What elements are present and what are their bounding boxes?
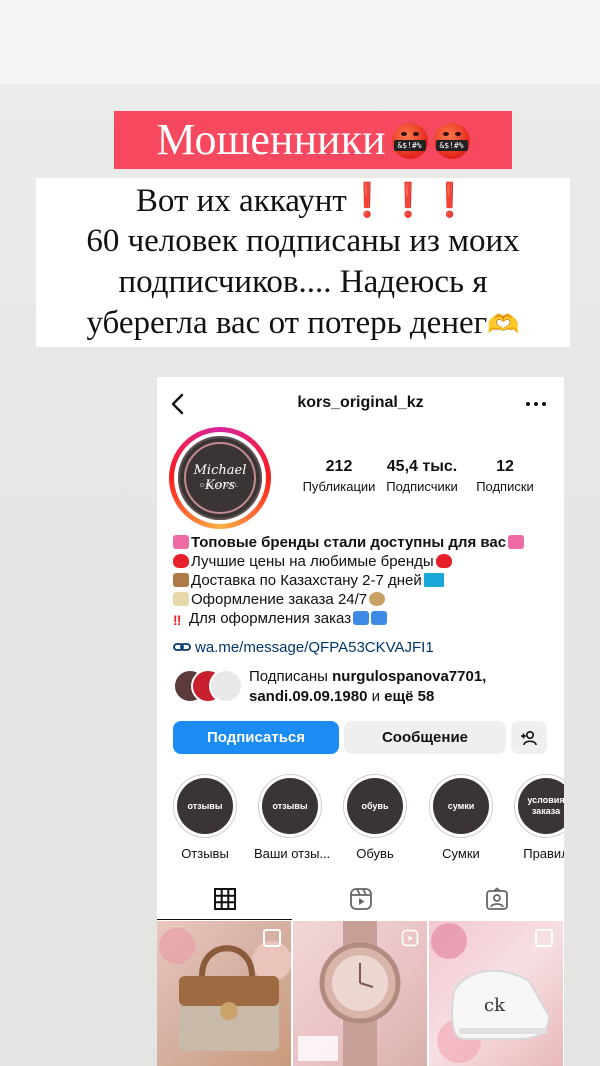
memo-icon xyxy=(173,592,189,606)
double-exclamation-icon: ‼ xyxy=(173,612,182,628)
red-heart-icon xyxy=(173,554,189,568)
reel-badge-icon xyxy=(401,929,419,947)
avatar xyxy=(209,669,243,703)
tab-tagged[interactable] xyxy=(429,877,564,920)
clock-icon xyxy=(369,592,386,606)
angry-face-emoji-icon: &$!#% xyxy=(391,123,428,159)
story-title-banner: Мошенники &$!#% &$!#% xyxy=(114,111,512,169)
post-thumbnail[interactable]: ck xyxy=(429,921,563,1066)
down-arrow-icon xyxy=(371,611,388,625)
followed-by-text[interactable]: Подписаны nurgulospanova7701, sandi.09.0… xyxy=(249,667,486,707)
stat-posts[interactable]: 212 Публикации xyxy=(289,458,389,494)
highlight-sumki[interactable]: сумки Сумки xyxy=(425,774,497,861)
tab-reels[interactable] xyxy=(293,877,428,920)
bio-line: Доставка по Казахстану 2-7 дней xyxy=(173,571,558,590)
bio-line: Топовые бренды стали доступны для вас xyxy=(173,533,558,552)
profile-bio: Топовые бренды стали доступны для вас Лу… xyxy=(173,533,558,628)
tagged-person-icon xyxy=(485,886,508,910)
highlight-otzyvy[interactable]: отзывы Отзывы xyxy=(169,774,241,861)
follow-button[interactable]: Подписаться xyxy=(173,721,339,754)
profile-avatar[interactable]: Michael Kors ORIGINAL xyxy=(169,427,271,529)
exclamation-icon: ❗️❗️❗️ xyxy=(346,183,471,219)
post-grid: ck xyxy=(157,921,564,1066)
more-options-icon[interactable] xyxy=(524,400,548,408)
highlight-pravila[interactable]: условия заказа Правил xyxy=(510,774,564,861)
angry-face-emoji-icon: &$!#% xyxy=(433,123,470,159)
package-icon xyxy=(173,573,189,587)
story-caption-line4: уберегла вас от потерь денег🫶 xyxy=(86,305,520,341)
post-thumbnail[interactable] xyxy=(293,921,427,1066)
bio-line: Оформление заказа 24/7 xyxy=(173,590,558,609)
multi-photo-icon xyxy=(535,929,553,947)
down-arrow-icon xyxy=(353,611,370,625)
highlight-obuv[interactable]: обувь Обувь xyxy=(339,774,411,861)
message-button[interactable]: Сообщение xyxy=(344,721,506,754)
avatar-logo-subtext: ORIGINAL xyxy=(200,483,240,489)
kazakhstan-flag-icon xyxy=(423,573,444,587)
svg-text:ck: ck xyxy=(484,995,506,1016)
instagram-profile-card: kors_original_kz Michael Kors ORIGINAL 2… xyxy=(157,377,564,1066)
tab-posts-grid[interactable] xyxy=(157,877,292,920)
profile-link[interactable]: wa.me/message/QFPA53CKVAJFI1 xyxy=(173,639,434,656)
profile-tabs xyxy=(157,877,564,920)
stat-following[interactable]: 12 Подписки xyxy=(465,458,545,494)
stat-followers[interactable]: 45,4 тыс. Подписчики xyxy=(379,458,465,494)
gift-heart-icon xyxy=(173,535,189,549)
profile-username: kors_original_kz xyxy=(297,394,424,411)
suggest-people-button[interactable] xyxy=(511,721,547,754)
story-caption-line2: 60 человек подписаны из моих xyxy=(86,223,520,259)
red-heart-icon xyxy=(435,554,452,568)
heart-hands-icon: 🫶 xyxy=(487,310,520,339)
story-caption-line1: Вот их аккаунт❗️❗️❗️ xyxy=(135,183,471,219)
post-thumbnail[interactable] xyxy=(157,921,291,1066)
highlight-vashi-otzyvy[interactable]: отзывы Ваши отзы... xyxy=(254,774,330,861)
reels-icon xyxy=(349,887,372,910)
bio-line: Лучшие цены на любимые бренды xyxy=(173,552,558,571)
grid-icon xyxy=(213,887,236,910)
multi-photo-icon xyxy=(263,929,281,947)
story-caption-line3: подписчиков.... Надеюсь я xyxy=(118,264,488,300)
bio-line: ‼ Для оформления заказ xyxy=(173,609,558,628)
link-icon xyxy=(173,643,191,651)
gift-heart-icon xyxy=(508,535,525,549)
story-caption-box: Вот их аккаунт❗️❗️❗️ 60 человек подписан… xyxy=(36,178,570,347)
followed-by-avatars[interactable] xyxy=(173,669,243,703)
add-person-icon xyxy=(521,730,537,745)
story-title: Мошенники xyxy=(156,115,386,164)
profile-header: kors_original_kz xyxy=(157,377,564,429)
